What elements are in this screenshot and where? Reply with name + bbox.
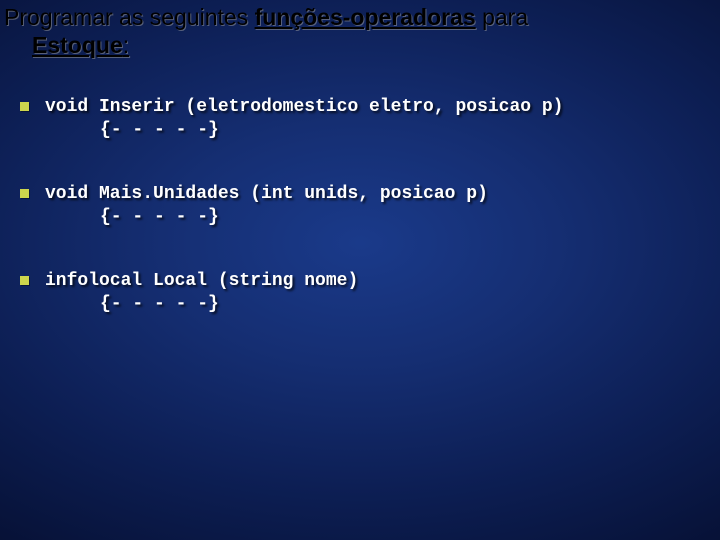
list-item: void Inserir (eletrodomestico eletro, po… — [20, 96, 700, 141]
title-text-suffix: para — [476, 4, 528, 30]
title-line-2: Estoque: — [4, 32, 710, 60]
square-bullet-icon — [20, 102, 29, 111]
content-area: void Inserir (eletrodomestico eletro, po… — [20, 96, 700, 357]
list-item: void Mais.Unidades (int unids, posicao p… — [20, 183, 700, 228]
slide-title: Programar as seguintes funções-operadora… — [4, 4, 710, 59]
code-body: {- - - - -} — [45, 293, 700, 316]
slide: Programar as seguintes funções-operadora… — [0, 0, 720, 540]
code-body: {- - - - -} — [45, 119, 700, 142]
square-bullet-icon — [20, 189, 29, 198]
code-signature: void Mais.Unidades (int unids, posicao p… — [45, 183, 488, 206]
title-text-bold: funções-operadoras — [255, 4, 476, 30]
code-signature: infolocal Local (string nome) — [45, 270, 358, 293]
list-item: infolocal Local (string nome) {- - - - -… — [20, 270, 700, 315]
title-text-prefix: Programar as seguintes — [4, 4, 255, 30]
square-bullet-icon — [20, 276, 29, 285]
title-text-colon: : — [123, 32, 129, 58]
list-item-row: void Inserir (eletrodomestico eletro, po… — [20, 96, 700, 119]
code-signature: void Inserir (eletrodomestico eletro, po… — [45, 96, 563, 119]
title-text-bold-2: Estoque — [32, 32, 123, 58]
code-body: {- - - - -} — [45, 206, 700, 229]
title-line-1: Programar as seguintes funções-operadora… — [4, 4, 710, 32]
list-item-row: void Mais.Unidades (int unids, posicao p… — [20, 183, 700, 206]
list-item-row: infolocal Local (string nome) — [20, 270, 700, 293]
